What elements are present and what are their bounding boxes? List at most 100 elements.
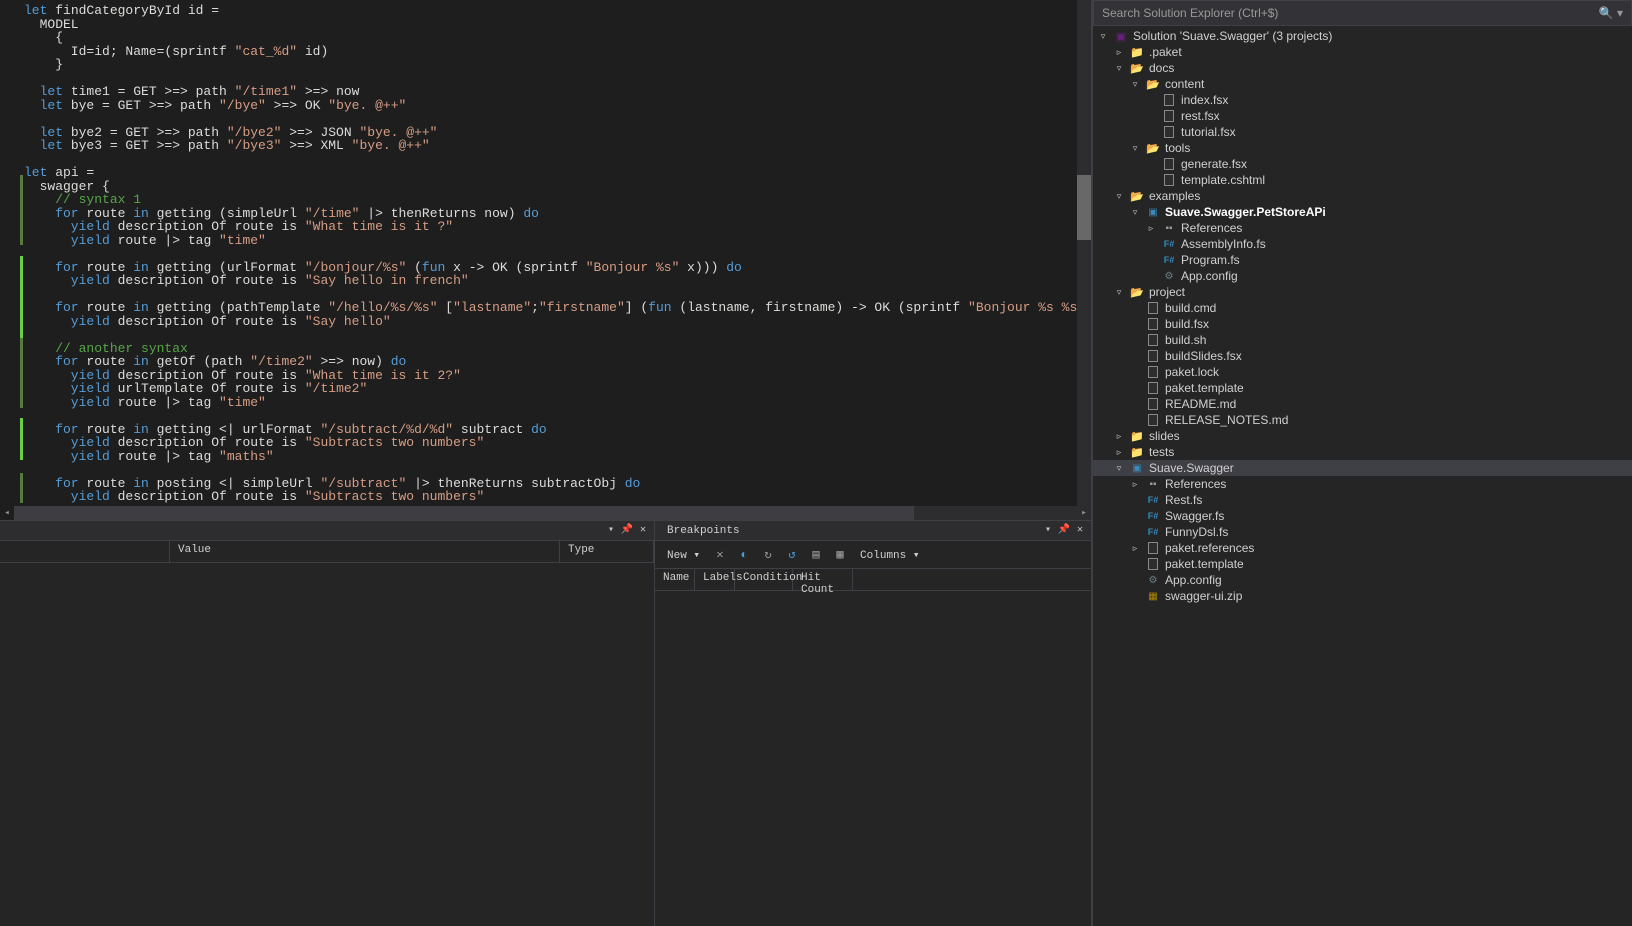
dropdown-icon[interactable]: ▾ xyxy=(604,524,618,538)
tree-item-label: slides xyxy=(1149,429,1180,443)
expand-icon[interactable]: ▿ xyxy=(1129,79,1141,90)
editor-gutter xyxy=(0,0,22,520)
dropdown-icon[interactable]: ▾ xyxy=(1041,524,1055,538)
column-condition[interactable]: Condition xyxy=(735,569,793,590)
expand-icon[interactable]: ▿ xyxy=(1113,191,1125,202)
code-content[interactable]: let findCategoryById id = MODEL { Id=id;… xyxy=(0,0,1091,504)
change-marker xyxy=(20,418,23,460)
expand-icon[interactable]: ▿ xyxy=(1129,143,1141,154)
tree-item-label: Swagger.fs xyxy=(1165,509,1224,523)
tree-item[interactable]: ▹📁tests xyxy=(1093,444,1632,460)
export-icon[interactable]: ▤ xyxy=(808,547,824,563)
tree-item[interactable]: ▿📂content xyxy=(1093,76,1632,92)
breakpoints-columns: Name Labels Condition Hit Count xyxy=(655,569,1091,591)
new-breakpoint-button[interactable]: New ▾ xyxy=(663,546,704,564)
tree-item[interactable]: ▹📁.paket xyxy=(1093,44,1632,60)
tree-item[interactable]: F#AssemblyInfo.fs xyxy=(1093,236,1632,252)
tree-item-label: docs xyxy=(1149,61,1174,75)
tree-item[interactable]: buildSlides.fsx xyxy=(1093,348,1632,364)
column-labels[interactable]: Labels xyxy=(695,569,735,590)
tree-item[interactable]: README.md xyxy=(1093,396,1632,412)
tree-item[interactable]: build.sh xyxy=(1093,332,1632,348)
tree-item[interactable]: index.fsx xyxy=(1093,92,1632,108)
column-value[interactable]: Value xyxy=(170,541,560,562)
tree-item-label: App.config xyxy=(1181,269,1238,283)
expand-icon[interactable]: ▹ xyxy=(1113,431,1125,442)
tree-item-label: build.sh xyxy=(1165,333,1206,347)
expand-icon[interactable]: ▿ xyxy=(1097,31,1109,42)
tree-item[interactable]: F#Program.fs xyxy=(1093,252,1632,268)
saved-marker xyxy=(20,175,23,245)
tree-item[interactable]: ▹▪▪References xyxy=(1093,476,1632,492)
expand-icon[interactable]: ▿ xyxy=(1113,63,1125,74)
pin-icon[interactable]: 📌 xyxy=(620,524,634,538)
import-icon[interactable]: ▦ xyxy=(832,547,848,563)
delete-icon[interactable]: ✕ xyxy=(712,547,728,563)
expand-icon[interactable]: ▿ xyxy=(1113,287,1125,298)
tree-item[interactable]: ▿📂docs xyxy=(1093,60,1632,76)
column-hit-count[interactable]: Hit Count xyxy=(793,569,853,590)
tree-item[interactable]: ▿📂examples xyxy=(1093,188,1632,204)
solution-explorer-search[interactable]: Search Solution Explorer (Ctrl+$) 🔍 ▾ xyxy=(1093,0,1632,26)
tree-item-label: template.cshtml xyxy=(1181,173,1265,187)
tree-item-label: content xyxy=(1165,77,1204,91)
tree-item[interactable]: ▿📂tools xyxy=(1093,140,1632,156)
tree-item[interactable]: RELEASE_NOTES.md xyxy=(1093,412,1632,428)
horizontal-scrollbar[interactable] xyxy=(14,506,1077,520)
close-icon[interactable]: ✕ xyxy=(636,524,650,538)
tree-item[interactable]: ⚙App.config xyxy=(1093,572,1632,588)
go-to-source-icon[interactable]: ↺ xyxy=(784,547,800,563)
tree-item[interactable]: paket.template xyxy=(1093,556,1632,572)
columns-button[interactable]: Columns ▾ xyxy=(856,546,923,564)
tree-item[interactable]: ▹paket.references xyxy=(1093,540,1632,556)
tree-item[interactable]: ▹📁slides xyxy=(1093,428,1632,444)
column-type[interactable]: Type xyxy=(560,541,654,562)
tree-item[interactable]: ▿▣Solution 'Suave.Swagger' (3 projects) xyxy=(1093,28,1632,44)
tree-item[interactable]: rest.fsx xyxy=(1093,108,1632,124)
tree-item[interactable]: generate.fsx xyxy=(1093,156,1632,172)
tree-item[interactable]: template.cshtml xyxy=(1093,172,1632,188)
search-icon[interactable]: 🔍 ▾ xyxy=(1599,6,1623,20)
solution-tree[interactable]: ▿▣Solution 'Suave.Swagger' (3 projects)▹… xyxy=(1093,26,1632,926)
tree-item-label: buildSlides.fsx xyxy=(1165,349,1242,363)
tree-item-label: swagger-ui.zip xyxy=(1165,589,1242,603)
expand-icon[interactable]: ▹ xyxy=(1145,223,1157,234)
expand-icon[interactable]: ▹ xyxy=(1129,543,1141,554)
tree-item[interactable]: paket.template xyxy=(1093,380,1632,396)
column-name[interactable]: Name xyxy=(655,569,695,590)
vertical-scrollbar[interactable] xyxy=(1077,0,1091,520)
enable-breakpoints-icon[interactable]: ↻ xyxy=(760,547,776,563)
expand-icon[interactable]: ▹ xyxy=(1113,447,1125,458)
expand-icon[interactable]: ▹ xyxy=(1113,47,1125,58)
tree-item[interactable]: ▦swagger-ui.zip xyxy=(1093,588,1632,604)
toggle-breakpoint-icon[interactable]: ◐ xyxy=(736,547,752,563)
tree-item[interactable]: build.cmd xyxy=(1093,300,1632,316)
tree-item-label: FunnyDsl.fs xyxy=(1165,525,1228,539)
vertical-scrollbar-thumb[interactable] xyxy=(1077,175,1091,240)
scroll-left-icon[interactable]: ◂ xyxy=(0,506,14,520)
expand-icon[interactable]: ▿ xyxy=(1129,207,1141,218)
solution-explorer: Search Solution Explorer (Ctrl+$) 🔍 ▾ ▿▣… xyxy=(1092,0,1632,926)
tree-item[interactable]: F#Rest.fs xyxy=(1093,492,1632,508)
tree-item[interactable]: F#Swagger.fs xyxy=(1093,508,1632,524)
tree-item[interactable]: F#FunnyDsl.fs xyxy=(1093,524,1632,540)
tree-item[interactable]: ▹▪▪References xyxy=(1093,220,1632,236)
expand-icon[interactable]: ▹ xyxy=(1129,479,1141,490)
tree-item[interactable]: build.fsx xyxy=(1093,316,1632,332)
code-editor[interactable]: let findCategoryById id = MODEL { Id=id;… xyxy=(0,0,1092,520)
scroll-right-icon[interactable]: ▸ xyxy=(1077,506,1091,520)
tree-item-label: Rest.fs xyxy=(1165,493,1202,507)
tree-item-label: paket.lock xyxy=(1165,365,1219,379)
tree-item[interactable]: ▿▣Suave.Swagger xyxy=(1093,460,1632,476)
tree-item-label: References xyxy=(1181,221,1242,235)
tree-item[interactable]: ▿📂project xyxy=(1093,284,1632,300)
tree-item[interactable]: ▿▣Suave.Swagger.PetStoreAPi xyxy=(1093,204,1632,220)
close-icon[interactable]: ✕ xyxy=(1073,524,1087,538)
tree-item[interactable]: paket.lock xyxy=(1093,364,1632,380)
tree-item-label: Solution 'Suave.Swagger' (3 projects) xyxy=(1133,29,1332,43)
tree-item[interactable]: tutorial.fsx xyxy=(1093,124,1632,140)
tree-item[interactable]: ⚙App.config xyxy=(1093,268,1632,284)
expand-icon[interactable]: ▿ xyxy=(1113,463,1125,474)
horizontal-scrollbar-thumb[interactable] xyxy=(14,506,914,520)
pin-icon[interactable]: 📌 xyxy=(1057,524,1071,538)
